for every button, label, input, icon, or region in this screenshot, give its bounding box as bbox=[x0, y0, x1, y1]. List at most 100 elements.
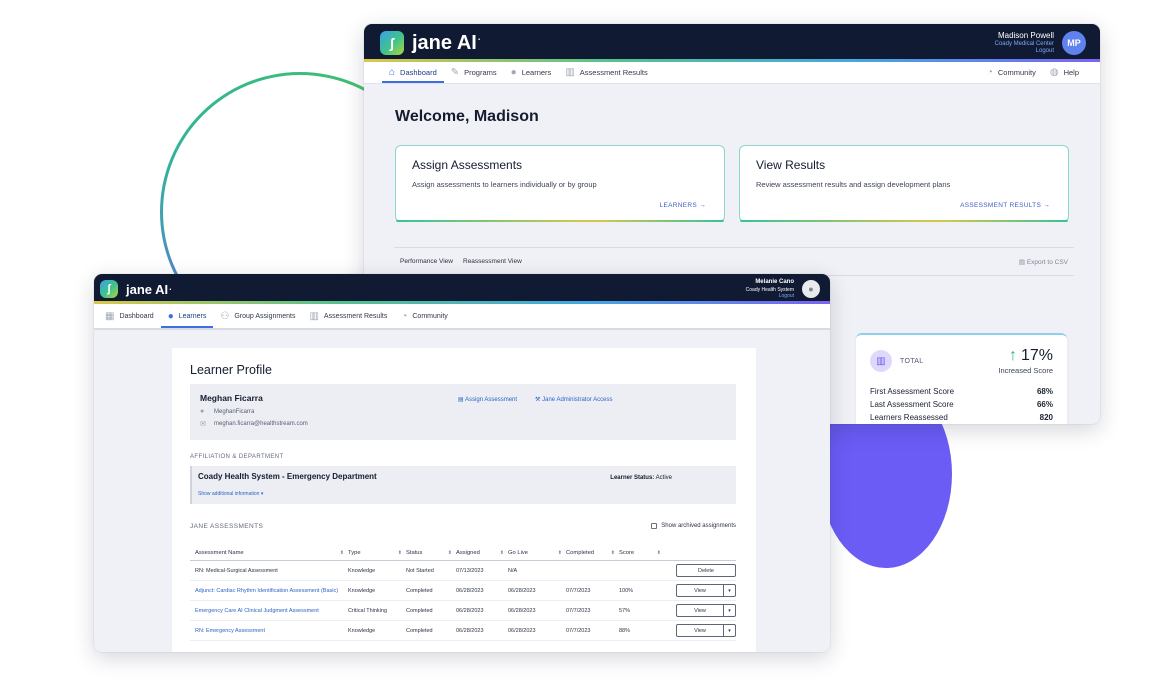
chevron-down-icon[interactable]: ▾ bbox=[724, 585, 735, 596]
nav-item-group-assignments[interactable]: ⚇ Group Assignments bbox=[213, 304, 302, 328]
section-label: JANE ASSESSMENTS bbox=[190, 523, 264, 530]
column-header-go-live[interactable]: Go Live ⬍ bbox=[508, 550, 566, 556]
sort-icon[interactable]: ⬍ bbox=[500, 550, 504, 556]
view-button[interactable]: View bbox=[677, 625, 724, 636]
view-split-button[interactable]: View ▾ bbox=[676, 604, 736, 617]
show-additional-info-link[interactable]: Show additional information ▾ bbox=[198, 491, 730, 497]
logout-link[interactable]: Logout bbox=[995, 48, 1054, 56]
checkbox-icon[interactable] bbox=[651, 523, 658, 529]
cell-assigned-text: 06/28/2023 bbox=[456, 627, 484, 634]
nav-item-help[interactable]: ◍ Help bbox=[1043, 62, 1086, 83]
export-icon: ▤ bbox=[1018, 258, 1025, 266]
view-results-card[interactable]: View Results Review assessment results a… bbox=[739, 145, 1069, 222]
nav-item-label: Community bbox=[997, 68, 1036, 77]
learner-profile-panel: Learner Profile Meghan Ficarra ● MeghanFi… bbox=[172, 348, 756, 652]
help-icon: ◍ bbox=[1049, 67, 1059, 78]
clipboard-icon: ▤ bbox=[458, 397, 464, 403]
chevron-down-icon[interactable]: ▾ bbox=[724, 625, 735, 636]
user-menu[interactable]: Madison Powell Coady Medical Center Logo… bbox=[995, 31, 1086, 56]
export-csv-button[interactable]: ▤ Export to CSV bbox=[1019, 258, 1068, 266]
cell-golive: 06/28/2023 bbox=[508, 628, 566, 634]
sort-icon[interactable]: ⬍ bbox=[657, 550, 661, 556]
nav-left: ▦ Dashboard ● Learners ⚇ Group Assignments ▥ As… bbox=[98, 304, 455, 328]
cell-completed: 07/7/2023 bbox=[566, 628, 619, 634]
jane-ai-logo[interactable]: ʃ jane AI. bbox=[380, 31, 480, 55]
show-archived-checkbox[interactable]: Show archived assignments bbox=[651, 523, 736, 529]
cell-assigned: 06/28/2023 bbox=[456, 588, 508, 594]
column-header-assessment-name[interactable]: Assessment Name ⬍ bbox=[190, 550, 348, 556]
delete-button[interactable]: Delete bbox=[676, 564, 736, 577]
chevron-down-icon[interactable]: ▾ bbox=[724, 605, 735, 616]
cell-action: View ▾ bbox=[665, 624, 736, 637]
assessment-name[interactable]: RN: Emergency Assessment bbox=[195, 628, 265, 634]
nav-item-community[interactable]: ◔ Community bbox=[394, 304, 454, 328]
show-additional-info-label: Show additional information bbox=[198, 491, 260, 497]
cell-name[interactable]: Adjunct: Cardiac Rhythm Identification A… bbox=[190, 588, 348, 594]
nav-item-learners[interactable]: ● Learners bbox=[504, 62, 559, 83]
assessment-results-link[interactable]: ASSESSMENT RESULTS → bbox=[960, 202, 1050, 209]
view-split-button[interactable]: View ▾ bbox=[676, 624, 736, 637]
user-icon: ● bbox=[510, 67, 517, 78]
sort-icon[interactable]: ⬍ bbox=[398, 550, 402, 556]
nav-item-programs[interactable]: ✎ Programs bbox=[444, 62, 504, 83]
nav-item-assessment-results[interactable]: ▥ Assessment Results bbox=[302, 304, 394, 328]
assessment-name[interactable]: Emergency Care AI Clinical Judgment Asse… bbox=[195, 608, 319, 614]
card-description: Review assessment results and assign dev… bbox=[756, 180, 951, 189]
column-header-assigned[interactable]: Assigned ⬍ bbox=[456, 550, 508, 556]
table-row: Adjunct: Cardiac Rhythm Identification A… bbox=[190, 581, 736, 601]
sort-icon[interactable]: ⬍ bbox=[611, 550, 615, 556]
view-toolbar: Performance View Reassessment View ▤ Exp… bbox=[394, 247, 1074, 276]
nav-item-label: Dashboard bbox=[400, 68, 437, 77]
avatar-placeholder-icon[interactable]: ● bbox=[802, 280, 820, 298]
cell-golive: 06/28/2023 bbox=[508, 588, 566, 594]
nav-item-community[interactable]: ◔ Community bbox=[980, 62, 1043, 83]
sort-icon[interactable]: ⬍ bbox=[558, 550, 562, 556]
learners-link[interactable]: LEARNERS → bbox=[660, 202, 706, 209]
avatar[interactable]: MP bbox=[1062, 31, 1086, 55]
nav-right: ◔ Community ◍ Help bbox=[980, 62, 1086, 83]
wrench-icon: ⚒ bbox=[535, 397, 541, 403]
tab-performance-view[interactable]: Performance View bbox=[400, 258, 453, 265]
jane-ai-logo[interactable]: ʃ jane AI. bbox=[100, 280, 172, 298]
nav-item-dashboard[interactable]: ⌂ Dashboard bbox=[382, 62, 444, 83]
assessment-name[interactable]: Adjunct: Cardiac Rhythm Identification A… bbox=[195, 588, 338, 594]
view-button[interactable]: View bbox=[677, 585, 724, 596]
assign-assessments-card[interactable]: Assign Assessments Assign assessments to… bbox=[395, 145, 725, 222]
sort-icon[interactable]: ⬍ bbox=[448, 550, 452, 556]
assign-assessment-link[interactable]: ▤ Assign Assessment bbox=[458, 396, 517, 403]
view-button[interactable]: View bbox=[677, 605, 724, 616]
cell-name[interactable]: Emergency Care AI Clinical Judgment Asse… bbox=[190, 608, 348, 614]
user-menu[interactable]: Melanie Cano Coady Health System Logout … bbox=[746, 279, 820, 299]
cell-name[interactable]: RN: Emergency Assessment bbox=[190, 628, 348, 634]
cell-golive-text: 06/28/2023 bbox=[508, 607, 536, 614]
column-header-type[interactable]: Type ⬍ bbox=[348, 550, 406, 556]
logo-dot: . bbox=[477, 31, 481, 42]
sort-icon[interactable]: ⬍ bbox=[340, 550, 344, 556]
cell-assigned: 06/28/2023 bbox=[456, 608, 508, 614]
stat-row: Last Assessment Score 66% bbox=[870, 398, 1053, 411]
cell-type-text: Critical Thinking bbox=[348, 607, 388, 614]
section-label: AFFILIATION & DEPARTMENT bbox=[190, 454, 284, 460]
main-nav: ▦ Dashboard ● Learners ⚇ Group Assignments ▥ As… bbox=[94, 304, 830, 330]
learner-profile-window: ʃ jane AI. Melanie Cano Coady Health Sys… bbox=[94, 274, 830, 652]
column-header-score[interactable]: Score ⬍ bbox=[619, 550, 665, 556]
cell-action: View ▾ bbox=[665, 604, 736, 617]
admin-access-link[interactable]: ⚒ Jane Administrator Access bbox=[535, 396, 612, 403]
cell-status-text: Completed bbox=[406, 587, 433, 594]
logout-link[interactable]: Logout bbox=[746, 293, 794, 299]
column-header-status[interactable]: Status ⬍ bbox=[406, 550, 456, 556]
stat-row: First Assessment Score 68% bbox=[870, 385, 1053, 398]
column-header-completed[interactable]: Completed ⬍ bbox=[566, 550, 619, 556]
nav-item-assessment-results[interactable]: ▥ Assessment Results bbox=[558, 62, 654, 83]
jane-logo-icon: ʃ bbox=[100, 280, 118, 298]
view-split-button[interactable]: View ▾ bbox=[676, 584, 736, 597]
cell-type-text: Knowledge bbox=[348, 587, 376, 594]
stat-subtitle: Increased Score bbox=[998, 366, 1053, 375]
tab-reassessment-view[interactable]: Reassessment View bbox=[463, 258, 522, 265]
bar-chart-icon: ▥ bbox=[870, 350, 892, 372]
nav-item-dashboard[interactable]: ▦ Dashboard bbox=[98, 304, 161, 328]
nav-item-learners[interactable]: ● Learners bbox=[160, 304, 214, 328]
user-icon: ● bbox=[167, 310, 174, 322]
page-title: Welcome, Madison bbox=[395, 108, 539, 125]
email-icon: ✉ bbox=[200, 421, 206, 428]
